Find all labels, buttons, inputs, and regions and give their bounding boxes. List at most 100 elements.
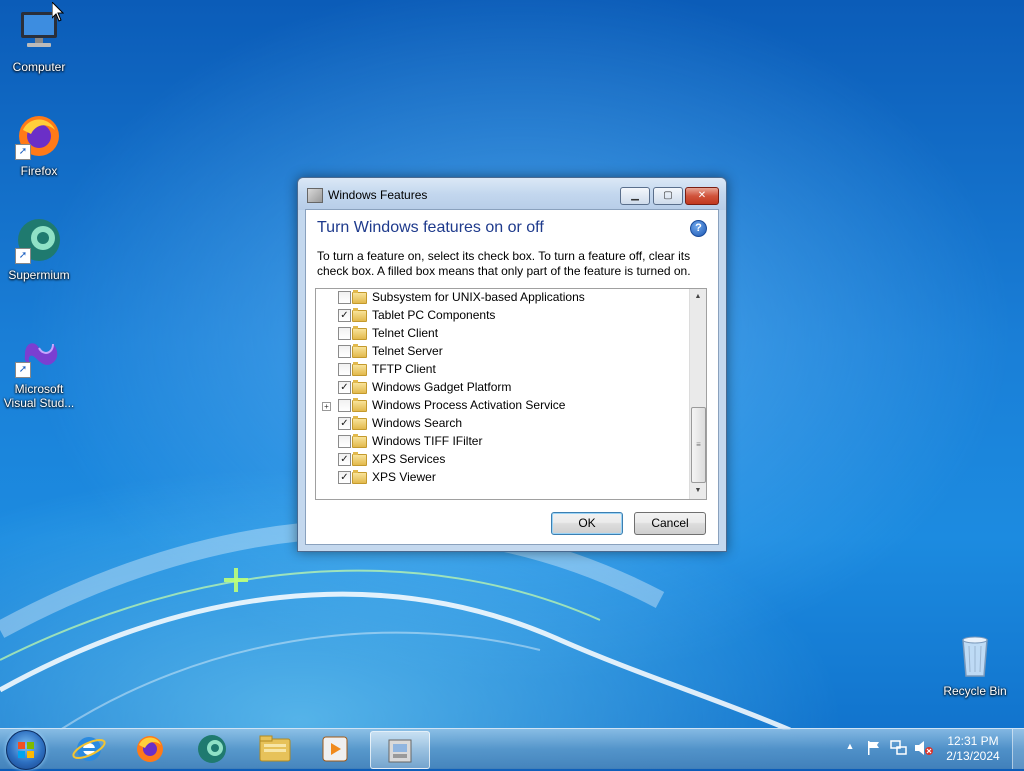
taskbar-clock[interactable]: 12:31 PM 2/13/2024 — [942, 734, 1004, 764]
feature-row[interactable]: ✓ Tablet PC Components — [316, 307, 690, 325]
media-player-icon — [322, 736, 348, 762]
start-button[interactable] — [6, 730, 46, 770]
shortcut-arrow-icon: ➚ — [15, 144, 31, 160]
feature-label: XPS Viewer — [372, 470, 436, 484]
feature-checkbox[interactable] — [338, 399, 351, 412]
clock-date: 2/13/2024 — [946, 749, 1000, 763]
windows-features-icon — [307, 188, 323, 203]
folder-icon — [352, 380, 367, 394]
desktop-icon-label: Recycle Bin — [943, 684, 1007, 698]
feature-checkbox[interactable]: ✓ — [338, 309, 351, 322]
feature-row[interactable]: ✓ XPS Services — [316, 451, 690, 469]
dialog-title: Windows Features — [328, 188, 428, 202]
supermium-icon — [198, 735, 226, 763]
feature-row[interactable]: TFTP Client — [316, 361, 690, 379]
folder-icon — [352, 362, 367, 376]
taskbar-internet-explorer[interactable] — [62, 731, 116, 767]
feature-label: Windows Process Activation Service — [372, 398, 566, 412]
feature-label: TFTP Client — [372, 362, 436, 376]
folder-icon — [352, 470, 367, 484]
feature-label: Telnet Client — [372, 326, 439, 340]
scroll-down-arrow-icon[interactable]: ▼ — [690, 483, 706, 499]
dialog-heading: Turn Windows features on or off — [317, 219, 544, 236]
network-icon[interactable] — [890, 740, 908, 756]
feature-row[interactable]: Telnet Server — [316, 343, 690, 361]
feature-row[interactable]: ✓ Windows Gadget Platform — [316, 379, 690, 397]
cancel-button[interactable]: Cancel — [634, 512, 706, 535]
scroll-thumb[interactable]: ≡ — [691, 407, 706, 483]
maximize-button[interactable]: ▢ — [653, 187, 683, 205]
windows-explorer-icon — [259, 735, 291, 762]
help-icon[interactable]: ? — [690, 220, 707, 237]
vertical-scrollbar[interactable]: ▲ ≡ ▼ — [689, 289, 706, 499]
supermium-icon: ➚ — [15, 216, 63, 264]
shortcut-arrow-icon: ➚ — [15, 248, 31, 264]
folder-icon — [352, 326, 367, 340]
desktop-icon-label-line1: Microsoft — [14, 382, 64, 396]
feature-checkbox[interactable]: ✓ — [338, 417, 351, 430]
scroll-up-arrow-icon[interactable]: ▲ — [690, 289, 706, 305]
taskbar-firefox[interactable] — [123, 731, 177, 767]
ok-button[interactable]: OK — [551, 512, 623, 535]
close-button[interactable]: ✕ — [685, 187, 719, 205]
feature-label: Tablet PC Components — [372, 308, 496, 322]
taskbar-supermium[interactable] — [185, 731, 239, 767]
feature-checkbox[interactable] — [338, 435, 351, 448]
show-hidden-icons-icon[interactable]: ▲ — [844, 741, 856, 755]
feature-row[interactable]: ✓ Windows Search — [316, 415, 690, 433]
windows-features-dialog: Windows Features ▁ ▢ ✕ Turn Windows feat… — [297, 177, 727, 552]
feature-row[interactable]: Windows TIFF IFilter — [316, 433, 690, 451]
expand-plus-icon[interactable]: + — [322, 402, 331, 411]
desktop-icon-firefox[interactable]: ➚ Firefox — [1, 112, 77, 178]
feature-checkbox[interactable] — [338, 291, 351, 304]
folder-icon — [352, 452, 367, 466]
show-desktop-button[interactable] — [1012, 729, 1024, 769]
dialog-description: To turn a feature on, select its check b… — [317, 249, 691, 278]
folder-icon — [352, 434, 367, 448]
volume-muted-icon[interactable] — [914, 740, 934, 756]
feature-checkbox[interactable] — [338, 327, 351, 340]
feature-checkbox[interactable]: ✓ — [338, 471, 351, 484]
desktop-icon-visual-studio[interactable]: ➚ Microsoft Visual Stud... — [1, 330, 77, 410]
feature-label: Windows TIFF IFilter — [372, 434, 483, 448]
feature-label: Windows Gadget Platform — [372, 380, 512, 394]
desktop-icon-recycle-bin[interactable]: Recycle Bin — [937, 632, 1013, 698]
desktop-icon-label-line2: Visual Stud... — [3, 396, 75, 410]
desktop-icon-label: Computer — [12, 60, 66, 74]
feature-label: Subsystem for UNIX-based Applications — [372, 290, 585, 304]
feature-row[interactable]: + Windows Process Activation Service — [316, 397, 690, 415]
feature-checkbox[interactable]: ✓ — [338, 453, 351, 466]
firefox-icon: ➚ — [15, 112, 63, 160]
taskbar-media-player[interactable] — [308, 731, 362, 767]
mouse-cursor-icon — [52, 2, 64, 22]
feature-checkbox[interactable] — [338, 363, 351, 376]
internet-explorer-icon — [72, 737, 106, 761]
shortcut-arrow-icon: ➚ — [15, 362, 31, 378]
recycle-bin-icon — [951, 632, 999, 680]
dialog-titlebar[interactable]: Windows Features ▁ ▢ ✕ — [298, 178, 726, 210]
action-center-flag-icon[interactable] — [866, 740, 882, 756]
firefox-icon — [137, 736, 163, 762]
taskbar-windows-features[interactable] — [370, 731, 430, 769]
clock-time: 12:31 PM — [947, 734, 999, 748]
folder-icon — [352, 308, 367, 322]
taskbar-windows-explorer[interactable] — [248, 731, 302, 767]
folder-icon — [352, 344, 367, 358]
feature-label: Windows Search — [372, 416, 463, 430]
windows-logo-icon — [18, 742, 34, 758]
features-tree: Subsystem for UNIX-based Applications ✓ Ta… — [315, 288, 707, 500]
feature-row[interactable]: Subsystem for UNIX-based Applications — [316, 289, 690, 307]
folder-icon — [352, 290, 367, 304]
dialog-client-area: Turn Windows features on or off ? To tur… — [305, 209, 719, 545]
taskbar: ▲ 12:31 PM 2/13/2024 — [0, 728, 1024, 770]
visual-studio-icon: ➚ — [15, 330, 63, 378]
feature-label: XPS Services — [372, 452, 446, 466]
minimize-button[interactable]: ▁ — [620, 187, 650, 205]
folder-icon — [352, 398, 367, 412]
feature-row[interactable]: ✓ XPS Viewer — [316, 469, 690, 487]
feature-row[interactable]: Telnet Client — [316, 325, 690, 343]
desktop-icon-supermium[interactable]: ➚ Supermium — [1, 216, 77, 282]
desktop-icon-computer[interactable]: Computer — [1, 8, 77, 74]
feature-checkbox[interactable] — [338, 345, 351, 358]
feature-checkbox[interactable]: ✓ — [338, 381, 351, 394]
